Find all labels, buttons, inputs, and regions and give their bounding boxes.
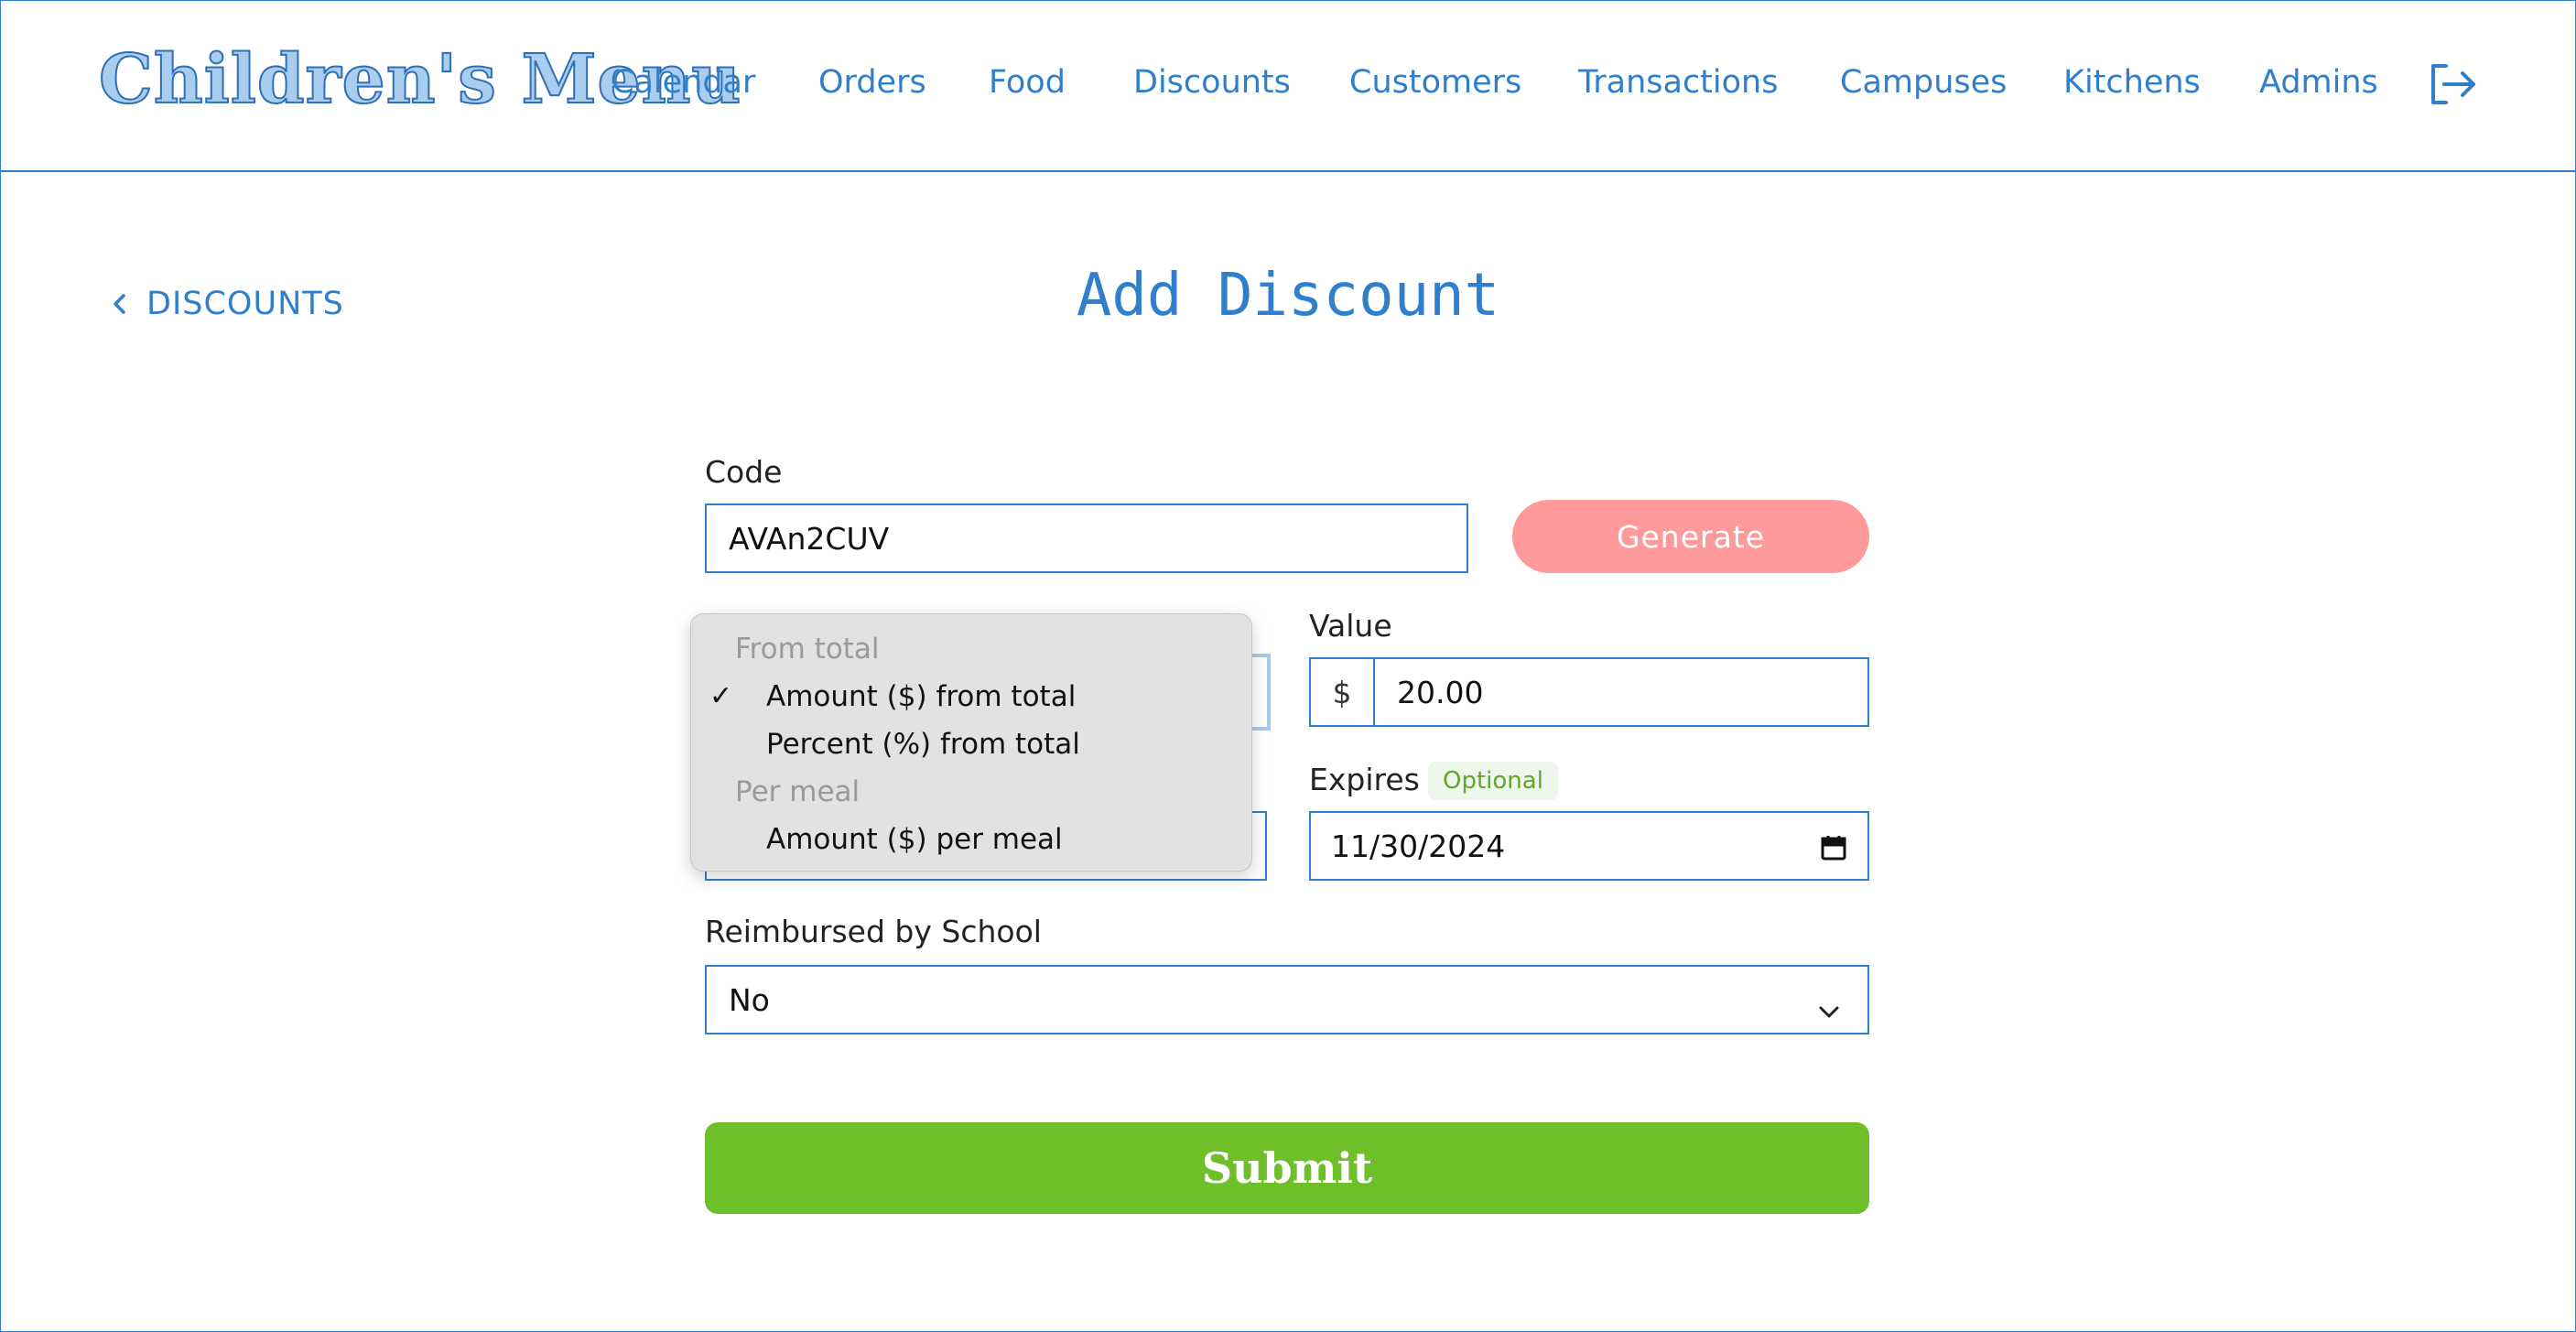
option-amount-from-total[interactable]: Amount ($) from total xyxy=(766,680,1076,713)
top-nav: Children's Menu Calendar Orders Food Dis… xyxy=(0,0,2576,172)
nav-discounts[interactable]: Discounts xyxy=(1133,64,1291,101)
dropdown-group-from-total: From total xyxy=(735,633,880,666)
code-label: Code xyxy=(705,454,783,490)
generate-button[interactable]: Generate xyxy=(1512,500,1869,573)
nav-calendar[interactable]: Calendar xyxy=(612,64,755,101)
nav-campuses[interactable]: Campuses xyxy=(1840,64,2007,101)
code-value: AVAn2CUV xyxy=(729,520,890,557)
dropdown-group-per-meal: Per meal xyxy=(735,775,860,808)
nav-orders[interactable]: Orders xyxy=(818,64,926,101)
optional-badge: Optional xyxy=(1428,762,1558,800)
reimbursed-value: No xyxy=(729,981,770,1018)
value-amount: 20.00 xyxy=(1397,674,1484,710)
nav-kitchens[interactable]: Kitchens xyxy=(2063,64,2201,101)
code-input[interactable]: AVAn2CUV xyxy=(705,504,1468,573)
check-icon: ✓ xyxy=(709,680,733,712)
nav-food[interactable]: Food xyxy=(989,64,1066,101)
expires-date-input[interactable]: 11/30/2024 xyxy=(1309,811,1869,881)
expires-label: Expires xyxy=(1309,762,1420,797)
option-amount-per-meal[interactable]: Amount ($) per meal xyxy=(766,823,1063,856)
calendar-icon[interactable] xyxy=(1820,833,1847,861)
nav-transactions[interactable]: Transactions xyxy=(1578,64,1778,101)
option-percent-from-total[interactable]: Percent (%) from total xyxy=(766,728,1080,761)
page-title: Add Discount xyxy=(1076,262,1500,330)
value-input[interactable]: 20.00 xyxy=(1373,657,1869,727)
expires-value: 11/30/2024 xyxy=(1331,828,1506,864)
reimbursed-select[interactable]: No xyxy=(705,965,1869,1034)
chevron-down-icon xyxy=(1818,992,1840,1018)
logout-icon[interactable] xyxy=(2428,62,2477,106)
value-label: Value xyxy=(1309,608,1392,644)
type-dropdown-menu: From total ✓ Amount ($) from total Perce… xyxy=(690,613,1252,872)
nav-admins[interactable]: Admins xyxy=(2259,64,2378,101)
currency-prefix: $ xyxy=(1309,657,1375,727)
reimbursed-label: Reimbursed by School xyxy=(705,914,1042,949)
nav-customers[interactable]: Customers xyxy=(1349,64,1521,101)
submit-button[interactable]: Submit xyxy=(705,1122,1869,1214)
